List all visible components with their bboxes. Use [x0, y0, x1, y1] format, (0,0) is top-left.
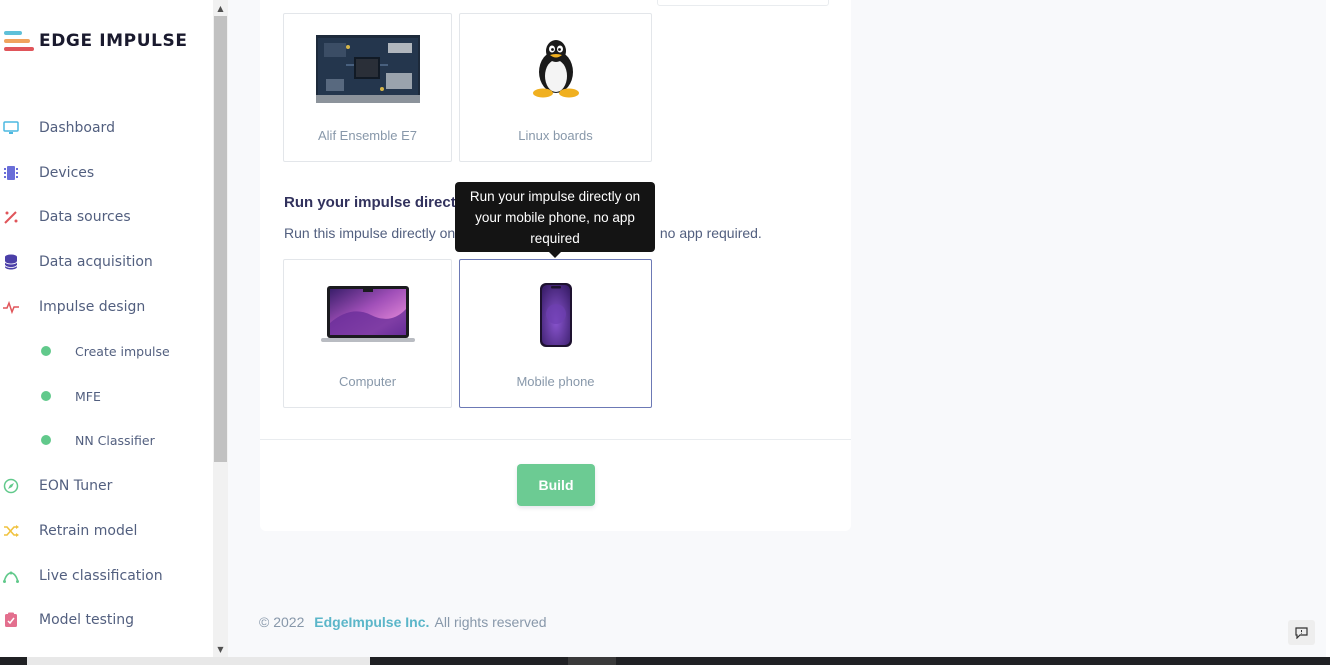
footer-copyright: © 2022	[259, 614, 305, 630]
sidebar-item-label: NN Classifier	[75, 432, 155, 448]
status-dot-icon	[41, 435, 51, 445]
sidebar-item-label: MFE	[75, 388, 101, 404]
page-edge	[1326, 0, 1330, 657]
pulse-icon	[3, 299, 19, 315]
tile-label: Alif Ensemble E7	[318, 128, 417, 143]
taskbar-app[interactable]	[568, 657, 616, 665]
tile-computer[interactable]: Computer	[283, 259, 452, 408]
build-button[interactable]: Build	[517, 464, 595, 506]
tile-label: Computer	[338, 374, 397, 389]
circuit-board-icon	[315, 35, 420, 107]
sidebar-item-devices[interactable]: Devices	[0, 161, 213, 185]
tile-label: Mobile phone	[516, 374, 595, 389]
sidebar-item-model-testing[interactable]: Model testing	[0, 608, 213, 632]
monitor-icon	[3, 120, 19, 136]
status-dot-icon	[41, 346, 51, 356]
scroll-down-icon[interactable]: ▼	[213, 641, 228, 657]
taskbar-search[interactable]	[27, 657, 370, 665]
chip-icon	[3, 165, 19, 181]
sidebar-item-label: Dashboard	[39, 120, 115, 136]
shuffle-icon	[3, 523, 19, 539]
sidebar-item-label: Devices	[39, 165, 95, 181]
sidebar-item-label: Create impulse	[75, 343, 170, 359]
section-title: Run your impulse directly	[284, 194, 469, 211]
scroll-up-icon[interactable]: ▲	[213, 0, 228, 16]
tile-label: Linux boards	[518, 128, 593, 143]
phone-icon	[539, 282, 573, 352]
footer-company-link[interactable]: EdgeImpulse Inc.	[314, 614, 429, 630]
feedback-button[interactable]	[1288, 620, 1315, 645]
laptop-icon	[320, 285, 415, 347]
tile-linux-boards[interactable]: Linux boards	[459, 13, 652, 162]
chat-feedback-icon	[1295, 626, 1308, 639]
status-dot-icon	[41, 391, 51, 401]
sidebar: EDGE IMPULSE Dashboard Devices Data sour…	[0, 0, 213, 657]
clipboard-check-icon	[3, 612, 19, 628]
sidebar-item-retrain-model[interactable]: Retrain model	[0, 519, 213, 543]
divider	[260, 439, 851, 440]
tooltip-arrow	[548, 251, 562, 258]
database-icon	[3, 254, 19, 270]
sidebar-item-data-sources[interactable]: Data sources	[0, 205, 213, 229]
sidebar-item-label: Model testing	[39, 612, 135, 628]
sidebar-item-label: Data acquisition	[39, 254, 153, 270]
sidebar-item-label: Retrain model	[39, 523, 138, 539]
brand-name: EDGE IMPULSE	[39, 31, 188, 51]
sidebar-item-label: Data sources	[39, 209, 131, 225]
sidebar-item-label: Live classification	[39, 568, 163, 584]
top-field[interactable]	[657, 0, 829, 6]
sidebar-item-dashboard[interactable]: Dashboard	[0, 116, 213, 140]
sidebar-item-data-acquisition[interactable]: Data acquisition	[0, 250, 213, 274]
curve-icon	[3, 568, 19, 584]
tile-alif-ensemble-e7[interactable]: Alif Ensemble E7	[283, 13, 452, 162]
wand-icon	[3, 209, 19, 225]
sidebar-item-mfe[interactable]: MFE	[0, 384, 213, 408]
sidebar-item-impulse-design[interactable]: Impulse design	[0, 295, 213, 319]
sidebar-item-label: Impulse design	[39, 299, 146, 315]
compass-icon	[3, 478, 19, 494]
sidebar-item-eon-tuner[interactable]: EON Tuner	[0, 474, 213, 498]
sidebar-item-nn-classifier[interactable]: NN Classifier	[0, 428, 213, 452]
footer-rights: All rights reserved	[434, 614, 547, 630]
sidebar-item-create-impulse[interactable]: Create impulse	[0, 339, 213, 363]
footer: © 2022 EdgeImpulse Inc. All rights reser…	[259, 614, 547, 630]
sidebar-scrollbar[interactable]: ▲ ▼	[213, 0, 228, 657]
tile-mobile-phone[interactable]: Mobile phone	[459, 259, 652, 408]
sidebar-item-live-classification[interactable]: Live classification	[0, 564, 213, 588]
tooltip: Run your impulse directly on your mobile…	[455, 182, 655, 252]
sidebar-item-label: EON Tuner	[39, 478, 113, 494]
edge-impulse-logo-icon	[4, 30, 34, 52]
brand-logo[interactable]: EDGE IMPULSE	[4, 30, 188, 52]
deployment-card: Alif Ensemble E7 Linux boards Run your i…	[260, 0, 851, 531]
scrollbar-thumb[interactable]	[214, 16, 227, 462]
taskbar	[0, 657, 1330, 665]
linux-tux-icon	[531, 38, 581, 102]
